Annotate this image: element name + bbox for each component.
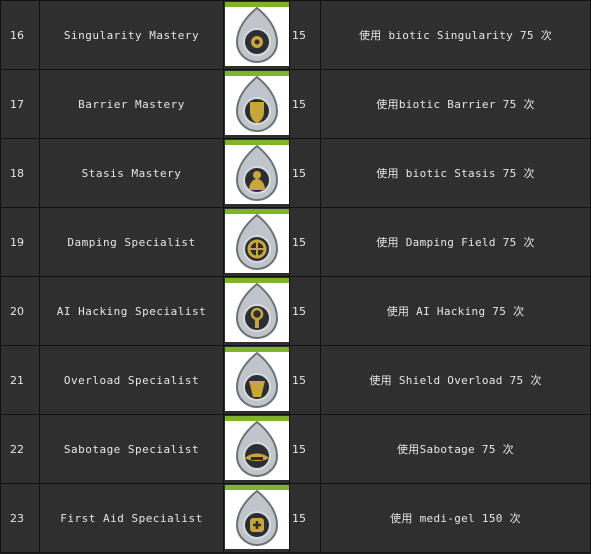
achievement-number: 21 bbox=[0, 345, 40, 415]
achievement-points: 15 bbox=[289, 276, 321, 346]
achievement-icon-cell bbox=[223, 69, 290, 139]
achievement-icon-cell bbox=[223, 0, 290, 70]
achievement-icon-cell bbox=[223, 207, 290, 277]
achievement-description: 使用 Shield Overload 75 次 bbox=[320, 345, 591, 415]
table-row: 20 AI Hacking Specialist 15 使用 AI Hackin… bbox=[0, 276, 591, 346]
achievement-points: 15 bbox=[289, 69, 321, 139]
table-row: 22 Sabotage Specialist 15 使用Sabotage 75 … bbox=[0, 414, 591, 484]
achievement-name: Stasis Mastery bbox=[39, 138, 224, 208]
achievement-icon-cell bbox=[223, 276, 290, 346]
achievement-number: 19 bbox=[0, 207, 40, 277]
achievements-table: 16 Singularity Mastery 15 使用 biotic Sing… bbox=[0, 0, 591, 553]
table-row: 16 Singularity Mastery 15 使用 biotic Sing… bbox=[0, 0, 591, 70]
achievement-number: 22 bbox=[0, 414, 40, 484]
achievement-description: 使用 medi-gel 150 次 bbox=[320, 483, 591, 553]
achievement-number: 23 bbox=[0, 483, 40, 553]
achievement-description: 使用 biotic Singularity 75 次 bbox=[320, 0, 591, 70]
achievement-icon-cell bbox=[223, 345, 290, 415]
medal-icon bbox=[224, 415, 289, 480]
achievement-icon-cell bbox=[223, 414, 290, 484]
medal-icon bbox=[224, 70, 289, 135]
table-row: 23 First Aid Specialist 15 使用 medi-gel 1… bbox=[0, 483, 591, 553]
achievement-number: 20 bbox=[0, 276, 40, 346]
achievement-name: Damping Specialist bbox=[39, 207, 224, 277]
achievement-number: 16 bbox=[0, 0, 40, 70]
achievement-name: Barrier Mastery bbox=[39, 69, 224, 139]
achievement-number: 18 bbox=[0, 138, 40, 208]
medal-icon bbox=[224, 346, 289, 411]
achievement-description: 使用 Damping Field 75 次 bbox=[320, 207, 591, 277]
achievement-points: 15 bbox=[289, 483, 321, 553]
achievement-points: 15 bbox=[289, 345, 321, 415]
achievement-name: Overload Specialist bbox=[39, 345, 224, 415]
achievement-points: 15 bbox=[289, 414, 321, 484]
medal-icon bbox=[224, 208, 289, 273]
table-row: 18 Stasis Mastery 15 使用 biotic Stasis 75… bbox=[0, 138, 591, 208]
achievement-name: Sabotage Specialist bbox=[39, 414, 224, 484]
achievement-icon-cell bbox=[223, 138, 290, 208]
achievement-description: 使用biotic Barrier 75 次 bbox=[320, 69, 591, 139]
achievement-description: 使用Sabotage 75 次 bbox=[320, 414, 591, 484]
medal-icon bbox=[224, 484, 289, 549]
achievement-name: Singularity Mastery bbox=[39, 0, 224, 70]
achievement-number: 17 bbox=[0, 69, 40, 139]
achievement-name: First Aid Specialist bbox=[39, 483, 224, 553]
achievement-name: AI Hacking Specialist bbox=[39, 276, 224, 346]
achievement-points: 15 bbox=[289, 207, 321, 277]
achievement-icon-cell bbox=[223, 483, 290, 553]
table-row: 17 Barrier Mastery 15 使用biotic Barrier 7… bbox=[0, 69, 591, 139]
medal-icon bbox=[224, 1, 289, 66]
medal-icon bbox=[224, 277, 289, 342]
achievement-points: 15 bbox=[289, 0, 321, 70]
table-row: 19 Damping Specialist 15 使用 Damping Fiel… bbox=[0, 207, 591, 277]
achievement-points: 15 bbox=[289, 138, 321, 208]
achievement-description: 使用 biotic Stasis 75 次 bbox=[320, 138, 591, 208]
medal-icon bbox=[224, 139, 289, 204]
achievement-description: 使用 AI Hacking 75 次 bbox=[320, 276, 591, 346]
table-row: 21 Overload Specialist 15 使用 Shield Over… bbox=[0, 345, 591, 415]
